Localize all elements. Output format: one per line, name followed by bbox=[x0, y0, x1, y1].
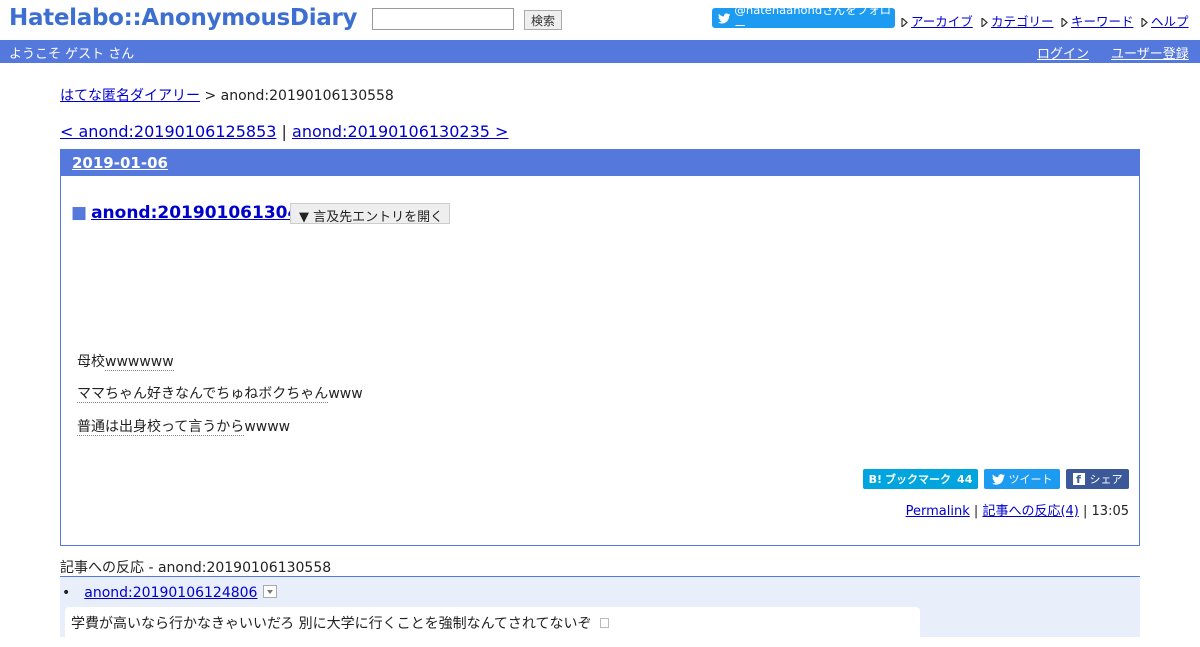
permalink-link[interactable]: Permalink bbox=[906, 504, 970, 519]
nav-help-link[interactable]: ヘルプ bbox=[1151, 14, 1189, 29]
body-text: www bbox=[328, 386, 363, 402]
body-line: 母校wwwwww bbox=[77, 351, 174, 371]
keyword-link[interactable]: 普通は出身校って言うから bbox=[77, 419, 245, 436]
site-header: Hatelabo::AnonymousDiary 検索 @hatenaanond… bbox=[0, 0, 1200, 40]
bookmark-label: ブックマーク bbox=[885, 473, 952, 486]
body-text: wwww bbox=[244, 419, 291, 435]
arrow-icon bbox=[1141, 18, 1148, 27]
tweet-button[interactable]: ツイート bbox=[984, 469, 1060, 489]
nav-keyword[interactable]: キーワード bbox=[1061, 11, 1134, 30]
section-heading: ■ anond:20190106130446 bbox=[71, 203, 323, 223]
search-button[interactable]: 検索 bbox=[524, 10, 562, 30]
arrow-icon bbox=[981, 18, 988, 27]
twitter-bird-icon bbox=[991, 473, 1005, 485]
open-referenced-entry-button[interactable]: ▼ 言及先エントリを開く bbox=[290, 203, 450, 225]
body-line: ママちゃん好きなんでちゅねボクちゃんwww bbox=[77, 383, 363, 403]
arrow-icon bbox=[1061, 18, 1068, 27]
day-entry: 2019-01-06 ■ anond:20190106130446 ▼ 言及先エン… bbox=[60, 149, 1140, 546]
dropdown-toggle-icon[interactable] bbox=[263, 585, 278, 598]
reactions-link[interactable]: 記事への反応(4) bbox=[982, 504, 1078, 519]
section-title-link[interactable]: anond:20190106130446 bbox=[91, 203, 323, 223]
follow-label: @hatenaanondさんをフォロー bbox=[734, 3, 892, 33]
nav-category[interactable]: カテゴリー bbox=[981, 11, 1054, 30]
nav-help[interactable]: ヘルプ bbox=[1141, 11, 1189, 30]
keyword-link[interactable]: wwwwww bbox=[105, 354, 174, 371]
entry-pager: < anond:20190106125853 | anond:201901061… bbox=[60, 122, 508, 141]
prev-entry-link[interactable]: < anond:20190106125853 bbox=[60, 122, 276, 141]
nav-keyword-link[interactable]: キーワード bbox=[1071, 14, 1134, 29]
nav-archive-link[interactable]: アーカイブ bbox=[911, 14, 973, 29]
keyword-link[interactable]: ママちゃん好きなんでちゅねボクちゃん bbox=[77, 386, 329, 403]
entry-meta: Permalink | 記事への反応(4) | 13:05 bbox=[906, 500, 1129, 519]
reactions-title: 記事への反応 - anond:20190106130558 bbox=[60, 560, 332, 576]
day-header: 2019-01-06 bbox=[61, 150, 1139, 176]
pager-separator: | bbox=[281, 122, 287, 141]
facebook-share-button[interactable]: f シェア bbox=[1066, 469, 1129, 489]
body-text: 母校 bbox=[77, 354, 105, 370]
login-link[interactable]: ログイン bbox=[1037, 43, 1089, 62]
user-bar: ようこそ ゲスト さん ログイン ユーザー登録 bbox=[0, 40, 1200, 63]
arrow-icon bbox=[901, 18, 908, 27]
expand-icon[interactable] bbox=[599, 618, 609, 628]
hatena-b-icon: B! bbox=[868, 472, 883, 486]
site-logo[interactable]: Hatelabo::AnonymousDiary bbox=[9, 5, 358, 31]
breadcrumb-separator: > bbox=[204, 88, 217, 104]
day-date-link[interactable]: 2019-01-06 bbox=[72, 154, 168, 172]
meta-separator: | bbox=[973, 504, 979, 519]
section-square-icon: ■ bbox=[71, 203, 88, 223]
facebook-f-icon: f bbox=[1072, 473, 1085, 486]
hatena-bookmark-button[interactable]: B! ブックマーク 44 bbox=[863, 469, 978, 489]
breadcrumb: はてな匿名ダイアリー > anond:20190106130558 bbox=[60, 85, 394, 105]
reaction-item: • anond:20190106124806 bbox=[62, 585, 278, 601]
search-input[interactable] bbox=[372, 8, 514, 30]
bullet: • bbox=[62, 585, 71, 601]
meta-separator: | bbox=[1083, 504, 1088, 519]
reaction-link[interactable]: anond:20190106124806 bbox=[84, 585, 257, 601]
welcome-text: ようこそ ゲスト さん bbox=[9, 47, 135, 62]
body-line: 普通は出身校って言うからwwww bbox=[77, 416, 290, 436]
reaction-excerpt: 学費が高いなら行かなきゃいいだろ 別に大学に行くことを強制なんてされてないぞ bbox=[65, 607, 920, 647]
nav-category-link[interactable]: カテゴリー bbox=[991, 14, 1054, 29]
nav-archive[interactable]: アーカイブ bbox=[901, 11, 973, 30]
breadcrumb-home-link[interactable]: はてな匿名ダイアリー bbox=[60, 88, 200, 104]
entry-time: 13:05 bbox=[1091, 504, 1129, 519]
twitter-follow-button[interactable]: @hatenaanondさんをフォロー bbox=[712, 3, 895, 33]
breadcrumb-current: anond:20190106130558 bbox=[220, 88, 394, 104]
reactions-list: • anond:20190106124806 学費が高いなら行かなきゃいいだろ 別… bbox=[60, 576, 1140, 647]
bookmark-count: 44 bbox=[957, 472, 973, 486]
facebook-share-label: シェア bbox=[1089, 473, 1123, 486]
next-entry-link[interactable]: anond:20190106130235 > bbox=[292, 122, 508, 141]
tweet-label: ツイート bbox=[1008, 473, 1053, 486]
register-link[interactable]: ユーザー登録 bbox=[1111, 43, 1189, 62]
twitter-bird-icon bbox=[718, 12, 731, 23]
